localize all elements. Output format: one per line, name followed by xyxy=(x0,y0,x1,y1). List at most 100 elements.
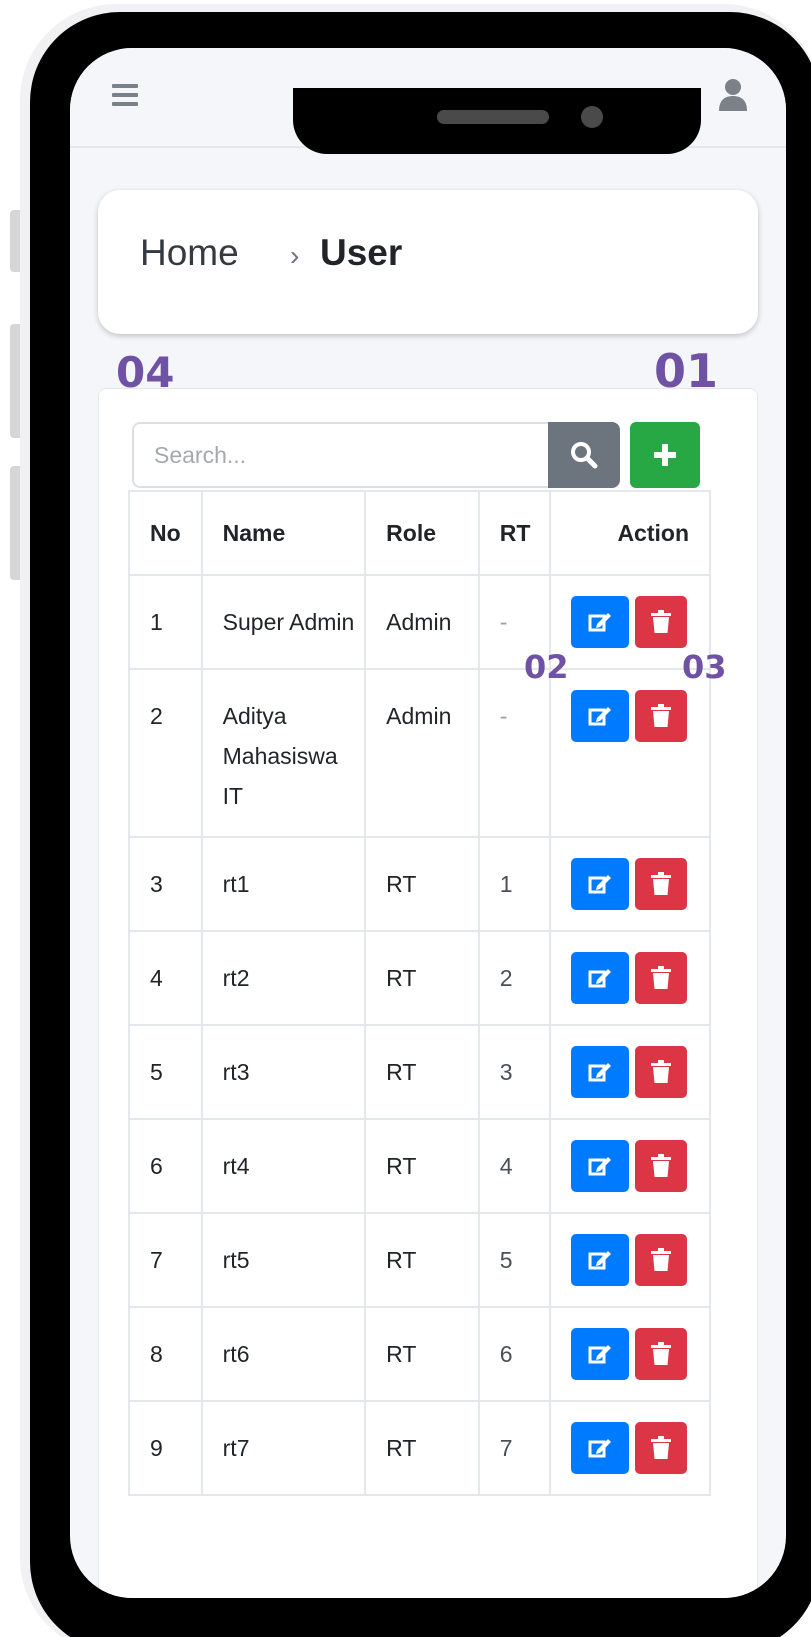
table-row: 7 rt5 RT 5 xyxy=(128,1212,711,1308)
cell-name: Aditya Mahasiswa IT xyxy=(200,668,367,838)
search-icon xyxy=(571,442,598,469)
delete-button[interactable] xyxy=(635,1234,688,1286)
cell-no: 3 xyxy=(128,836,203,932)
cell-role: RT xyxy=(364,1118,480,1214)
cell-rt: 6 xyxy=(477,1306,552,1402)
callout-delete: 03 xyxy=(682,648,727,686)
cell-role: Admin xyxy=(364,668,480,838)
breadcrumb: Home › User xyxy=(98,190,758,334)
cell-action xyxy=(549,1212,711,1308)
delete-button[interactable] xyxy=(635,858,688,910)
search-button[interactable] xyxy=(548,422,620,488)
cell-rt: 5 xyxy=(477,1212,552,1308)
phone-side-button xyxy=(10,210,20,272)
user-icon[interactable] xyxy=(718,78,748,112)
cell-role: RT xyxy=(364,930,480,1026)
cell-role: RT xyxy=(364,1400,480,1496)
cell-no: 7 xyxy=(128,1212,203,1308)
cell-action xyxy=(549,930,711,1026)
table-row: 8 rt6 RT 6 xyxy=(128,1306,711,1402)
cell-action xyxy=(549,1306,711,1402)
edit-icon xyxy=(588,1251,612,1270)
trash-icon xyxy=(651,1342,672,1365)
trash-icon xyxy=(651,872,672,895)
cell-action xyxy=(549,1024,711,1120)
table-header-row: No Name Role RT Action xyxy=(128,490,711,576)
delete-button[interactable] xyxy=(635,690,688,742)
phone-side-button xyxy=(10,324,20,438)
edit-button[interactable] xyxy=(571,690,630,742)
trash-icon xyxy=(651,610,672,633)
trash-icon xyxy=(651,966,672,989)
speaker xyxy=(437,110,549,124)
cell-no: 6 xyxy=(128,1118,203,1214)
plus-icon xyxy=(654,444,676,466)
table-row: 1 Super Admin Admin - xyxy=(128,574,711,670)
edit-button[interactable] xyxy=(571,1328,630,1380)
cell-name: rt7 xyxy=(200,1400,367,1496)
breadcrumb-home[interactable]: Home xyxy=(140,232,239,274)
delete-button[interactable] xyxy=(635,1140,688,1192)
edit-button[interactable] xyxy=(571,1422,630,1474)
delete-button[interactable] xyxy=(635,1422,688,1474)
cell-role: RT xyxy=(364,1306,480,1402)
cell-role: RT xyxy=(364,1024,480,1120)
cell-name: rt1 xyxy=(200,836,367,932)
delete-button[interactable] xyxy=(635,1046,688,1098)
delete-button[interactable] xyxy=(635,1328,688,1380)
callout-add: 01 xyxy=(654,344,719,398)
table-row: 9 rt7 RT 7 xyxy=(128,1400,711,1496)
cell-name: rt6 xyxy=(200,1306,367,1402)
column-header-action: Action xyxy=(549,490,711,576)
edit-button[interactable] xyxy=(571,1234,630,1286)
cell-role: Admin xyxy=(364,574,480,670)
cell-rt: 3 xyxy=(477,1024,552,1120)
table-row: 4 rt2 RT 2 xyxy=(128,930,711,1026)
edit-icon xyxy=(588,969,612,988)
table-row: 5 rt3 RT 3 xyxy=(128,1024,711,1120)
table-row: 3 rt1 RT 1 xyxy=(128,836,711,932)
cell-name: rt4 xyxy=(200,1118,367,1214)
edit-button[interactable] xyxy=(571,952,630,1004)
cell-name: rt3 xyxy=(200,1024,367,1120)
cell-no: 2 xyxy=(128,668,203,838)
search-input[interactable] xyxy=(132,422,556,488)
cell-no: 5 xyxy=(128,1024,203,1120)
cell-rt: 2 xyxy=(477,930,552,1026)
callout-edit: 02 xyxy=(524,648,569,686)
table-body: 1 Super Admin Admin -2 Aditya Mahasiswa IT Ad… xyxy=(128,574,711,1496)
column-header-role[interactable]: Role xyxy=(364,490,480,576)
cell-no: 8 xyxy=(128,1306,203,1402)
trash-icon xyxy=(651,1436,672,1459)
delete-button[interactable] xyxy=(635,952,688,1004)
column-header-no[interactable]: No xyxy=(128,490,203,576)
phone-screen: Home › User 04 01 No Name Role RT Action… xyxy=(70,48,786,1598)
edit-button[interactable] xyxy=(571,1140,630,1192)
edit-button[interactable] xyxy=(571,858,630,910)
cell-rt: - xyxy=(477,668,552,838)
hamburger-icon[interactable] xyxy=(112,84,138,106)
trash-icon xyxy=(651,1154,672,1177)
user-table: No Name Role RT Action 1 Super Admin Admin… xyxy=(128,490,711,1496)
column-header-rt[interactable]: RT xyxy=(477,490,552,576)
delete-button[interactable] xyxy=(635,596,688,648)
cell-role: RT xyxy=(364,1212,480,1308)
add-user-button[interactable] xyxy=(630,422,700,488)
edit-icon xyxy=(588,1063,612,1082)
breadcrumb-separator: › xyxy=(290,240,300,271)
cell-rt: 7 xyxy=(477,1400,552,1496)
edit-button[interactable] xyxy=(571,596,630,648)
trash-icon xyxy=(651,1248,672,1271)
edit-icon xyxy=(588,875,612,894)
callout-search: 04 xyxy=(116,348,175,397)
edit-icon xyxy=(588,1157,612,1176)
trash-icon xyxy=(651,704,672,727)
cell-action xyxy=(549,836,711,932)
edit-button[interactable] xyxy=(571,1046,630,1098)
table-row: 6 rt4 RT 4 xyxy=(128,1118,711,1214)
trash-icon xyxy=(651,1060,672,1083)
edit-icon xyxy=(588,613,612,632)
column-header-name[interactable]: Name xyxy=(200,490,367,576)
edit-icon xyxy=(588,1439,612,1458)
cell-rt: 1 xyxy=(477,836,552,932)
